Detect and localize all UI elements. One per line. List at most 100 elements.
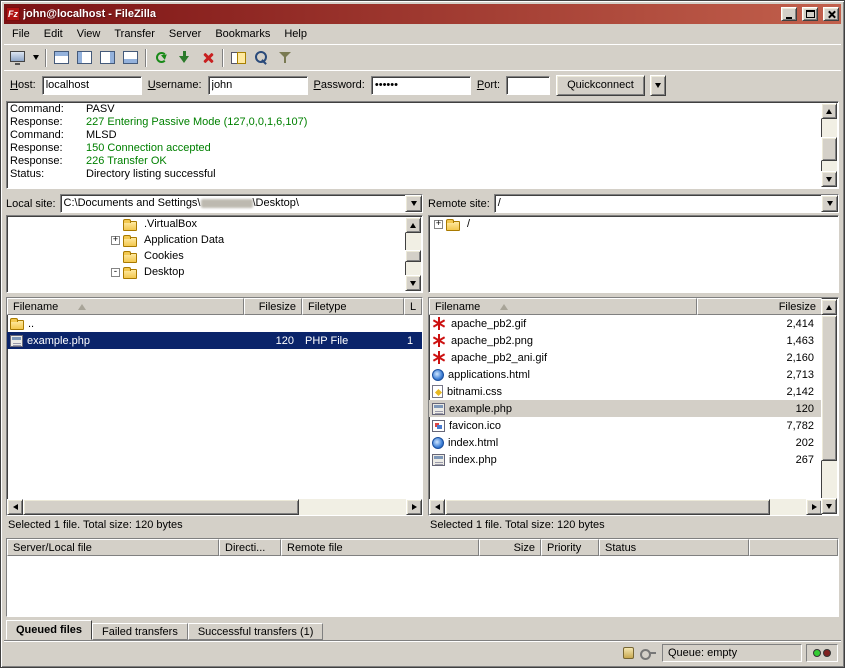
sort-ascending-icon (500, 304, 508, 310)
remote-site-combo[interactable]: / (494, 194, 839, 213)
toggle-local-tree-icon (77, 51, 92, 64)
scrollbar-thumb[interactable] (445, 499, 770, 515)
site-manager-button[interactable] (6, 47, 29, 69)
process-queue-button[interactable] (173, 47, 196, 69)
combo-dropdown-button[interactable] (405, 195, 422, 212)
scroll-left-button[interactable] (429, 499, 445, 515)
title-bar[interactable]: Fz john@localhost - FileZilla (4, 4, 841, 24)
tree-item[interactable]: +Application Data (7, 232, 406, 248)
file-row[interactable]: index.php267 (429, 451, 822, 468)
scroll-right-button[interactable] (806, 499, 822, 515)
column-header-filetype[interactable]: Filetype (302, 298, 404, 315)
toggle-remote-tree-icon (100, 51, 115, 64)
tree-item[interactable]: -Desktop (7, 264, 406, 280)
scroll-up-button[interactable] (821, 103, 837, 119)
host-input[interactable] (42, 76, 142, 95)
scrollbar-thumb[interactable] (23, 499, 299, 515)
file-row[interactable]: apache_pb2.gif2,414 (429, 315, 822, 332)
tab-successful-transfers[interactable]: Successful transfers (1) (188, 623, 324, 640)
remote-list-scrollbar[interactable] (821, 299, 837, 514)
column-header-lastmodified[interactable]: L (404, 298, 422, 315)
scrollbar-thumb[interactable] (821, 137, 837, 160)
cancel-button[interactable] (196, 47, 219, 69)
file-row-selected[interactable]: example.php 120 PHP File 1 (7, 332, 422, 349)
column-header-priority[interactable]: Priority (541, 539, 599, 556)
menu-view[interactable]: View (70, 25, 108, 43)
column-header-direction[interactable]: Directi... (219, 539, 281, 556)
expand-icon[interactable]: + (111, 236, 120, 245)
local-horizontal-scrollbar[interactable] (7, 499, 422, 515)
quickconnect-dropdown-button[interactable] (650, 75, 666, 96)
scrollbar-thumb[interactable] (405, 250, 421, 263)
tab-queued-files[interactable]: Queued files (6, 620, 92, 640)
scroll-up-button[interactable] (821, 299, 837, 315)
column-header-filesize[interactable]: Filesize (697, 298, 822, 315)
column-header-size[interactable]: Size (479, 539, 541, 556)
filter-button[interactable] (273, 47, 296, 69)
toggle-remote-tree-button[interactable] (96, 47, 119, 69)
collapse-icon[interactable]: - (111, 268, 120, 277)
column-header-filename[interactable]: Filename (7, 298, 244, 315)
menu-edit[interactable]: Edit (37, 25, 70, 43)
remote-horizontal-scrollbar[interactable] (429, 499, 822, 515)
column-header-filesize[interactable]: Filesize (244, 298, 302, 315)
maximize-button[interactable] (802, 7, 818, 21)
file-row[interactable]: bitnami.css2,142 (429, 383, 822, 400)
menu-help[interactable]: Help (277, 25, 314, 43)
scroll-down-button[interactable] (405, 275, 421, 291)
expand-icon[interactable]: + (434, 220, 443, 229)
scroll-down-button[interactable] (821, 498, 837, 514)
scrollbar-thumb[interactable] (821, 315, 837, 461)
tab-failed-transfers[interactable]: Failed transfers (92, 623, 188, 640)
menu-bookmarks[interactable]: Bookmarks (208, 25, 277, 43)
dropdown-arrow-icon (655, 83, 661, 88)
username-label: Username: (148, 79, 202, 91)
tree-item[interactable]: Cookies (7, 248, 406, 264)
file-row[interactable]: index.html202 (429, 434, 822, 451)
refresh-button[interactable] (150, 47, 173, 69)
refresh-icon (156, 52, 167, 63)
encryption-icon[interactable] (640, 648, 656, 658)
password-input[interactable] (371, 76, 471, 95)
toggle-message-log-button[interactable] (50, 47, 73, 69)
column-header-remote-file[interactable]: Remote file (281, 539, 479, 556)
message-log: Command:PASV Response:227 Entering Passi… (6, 101, 839, 189)
find-files-button[interactable] (250, 47, 273, 69)
scroll-left-button[interactable] (7, 499, 23, 515)
local-file-rows: .. example.php 120 PHP File 1 (7, 315, 422, 499)
scroll-right-button[interactable] (406, 499, 422, 515)
column-header-filename[interactable]: Filename (429, 298, 697, 315)
toggle-local-tree-button[interactable] (73, 47, 96, 69)
speed-limits-icon[interactable] (623, 647, 634, 659)
toggle-queue-button[interactable] (119, 47, 142, 69)
local-site-combo[interactable]: C:\Documents and Settings\\Desktop\ (60, 194, 423, 213)
filezilla-window: Fz john@localhost - FileZilla File Edit … (0, 0, 845, 668)
column-header-server-local-file[interactable]: Server/Local file (7, 539, 219, 556)
port-input[interactable] (506, 76, 550, 95)
combo-dropdown-button[interactable] (821, 195, 838, 212)
site-manager-dropdown-button[interactable] (29, 47, 42, 69)
queue-list-empty[interactable] (7, 556, 838, 616)
folder-icon (446, 221, 460, 231)
column-header-status[interactable]: Status (599, 539, 749, 556)
directory-comparison-button[interactable] (227, 47, 250, 69)
file-row[interactable]: .. (7, 315, 422, 332)
local-tree-scrollbar[interactable] (405, 217, 421, 291)
menu-server[interactable]: Server (162, 25, 208, 43)
close-button[interactable] (823, 7, 839, 21)
scroll-down-button[interactable] (821, 171, 837, 187)
minimize-button[interactable] (781, 7, 797, 21)
username-input[interactable] (208, 76, 308, 95)
menu-file[interactable]: File (5, 25, 37, 43)
file-row[interactable]: apache_pb2_ani.gif2,160 (429, 349, 822, 366)
tree-item[interactable]: +/ (429, 216, 838, 232)
file-row[interactable]: apache_pb2.png1,463 (429, 332, 822, 349)
file-row[interactable]: applications.html2,713 (429, 366, 822, 383)
menu-transfer[interactable]: Transfer (107, 25, 162, 43)
scroll-up-button[interactable] (405, 217, 421, 233)
log-scrollbar[interactable] (821, 103, 837, 187)
file-row-selected[interactable]: example.php120 (429, 400, 822, 417)
tree-item[interactable]: .VirtualBox (7, 216, 406, 232)
file-row[interactable]: favicon.ico7,782 (429, 417, 822, 434)
quickconnect-button[interactable]: Quickconnect (556, 75, 645, 96)
